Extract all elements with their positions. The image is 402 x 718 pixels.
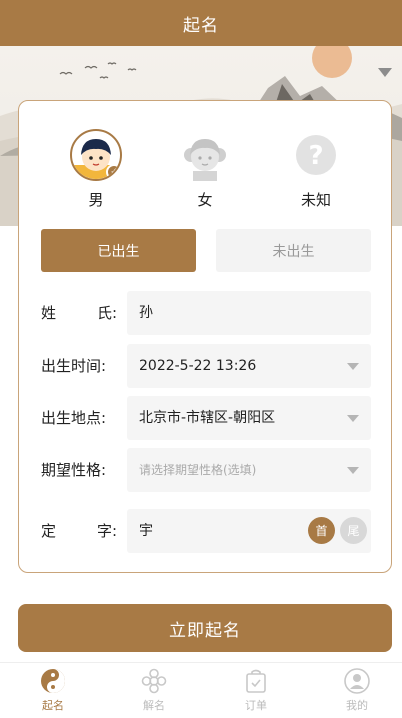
tab-profile[interactable]: 我的 (327, 668, 387, 713)
surname-label-a: 姓 (41, 304, 57, 322)
birth-time-label: 出生时间: (41, 357, 107, 375)
top-nav-bar: 起名 (0, 0, 402, 46)
surname-input[interactable]: 孙 (127, 291, 371, 335)
birth-status-tabs: 已出生 未出生 (41, 229, 371, 272)
girl-avatar-icon (179, 129, 231, 181)
trait-label: 期望性格: (41, 461, 107, 479)
tab-profile-label: 我的 (346, 699, 368, 712)
position-first-button[interactable]: 首 (308, 517, 335, 544)
position-last-button[interactable]: 尾 (340, 517, 367, 544)
birth-place-select[interactable]: 北京市-市辖区-朝阳区 (127, 396, 371, 440)
fixed-char-label-a: 定 (41, 522, 57, 540)
gender-label-male: 男 (88, 191, 104, 209)
birth-place-value: 北京市-市辖区-朝阳区 (139, 410, 276, 426)
tab-interpret-label: 解名 (143, 699, 165, 712)
naming-form-card: ✓ 男 女 ? 未知 已出生 未出生 姓 氏: 孙 出生时间: 2022-5-2… (18, 100, 392, 573)
bottom-tab-bar: 起名 解名 订单 我的 (0, 662, 402, 718)
tab-interpret[interactable]: 解名 (124, 668, 184, 713)
fixed-char-input[interactable]: 宇 首 尾 (127, 509, 371, 553)
birth-time-row: 出生时间: 2022-5-22 13:26 (41, 344, 371, 388)
birth-time-select[interactable]: 2022-5-22 13:26 (127, 344, 371, 388)
trait-row: 期望性格: 请选择期望性格(选填) (41, 448, 371, 492)
gender-label-female: 女 (197, 191, 213, 209)
tab-unborn[interactable]: 未出生 (216, 229, 371, 272)
birth-time-value: 2022-5-22 13:26 (139, 358, 257, 374)
gender-option-unknown[interactable]: ? 未知 (276, 129, 356, 210)
svg-text:?: ? (308, 141, 323, 171)
gender-selector: ✓ 男 女 ? 未知 (19, 129, 391, 213)
tab-naming-label: 起名 (42, 699, 64, 712)
fixed-char-row: 定 字: 宇 首 尾 (41, 509, 371, 553)
surname-label: 姓 氏: (41, 291, 117, 335)
scroll-down-icon[interactable] (378, 68, 392, 77)
trait-placeholder: 请选择期望性格(选填) (139, 463, 257, 477)
birth-place-row: 出生地点: 北京市-市辖区-朝阳区 (41, 396, 371, 440)
start-naming-button[interactable]: 立即起名 (18, 604, 392, 652)
tab-naming[interactable]: 起名 (23, 668, 83, 713)
order-bag-icon (243, 668, 269, 694)
chevron-down-icon (347, 467, 359, 474)
question-mark-icon: ? (290, 129, 342, 181)
selected-check-icon: ✓ (106, 164, 120, 179)
tab-orders[interactable]: 订单 (226, 668, 286, 713)
flower-icon (141, 668, 167, 694)
gender-option-male[interactable]: ✓ 男 (56, 129, 136, 210)
boy-avatar-icon: ✓ (70, 129, 122, 181)
chevron-down-icon (347, 415, 359, 422)
gender-option-female[interactable]: 女 (165, 129, 245, 210)
user-icon (344, 668, 370, 694)
surname-row: 姓 氏: 孙 (41, 291, 371, 335)
surname-label-b: 氏: (96, 304, 117, 322)
fixed-char-value: 宇 (139, 523, 153, 539)
birth-place-label: 出生地点: (41, 409, 107, 427)
chevron-down-icon (347, 363, 359, 370)
trait-select[interactable]: 请选择期望性格(选填) (127, 448, 371, 492)
yin-yang-icon (40, 668, 66, 694)
gender-label-unknown: 未知 (300, 191, 331, 209)
tab-born[interactable]: 已出生 (41, 229, 196, 272)
page-title: 起名 (183, 15, 219, 36)
fixed-char-label: 定 字: (41, 509, 117, 553)
fixed-char-label-b: 字: (96, 522, 117, 540)
tab-orders-label: 订单 (245, 699, 267, 712)
